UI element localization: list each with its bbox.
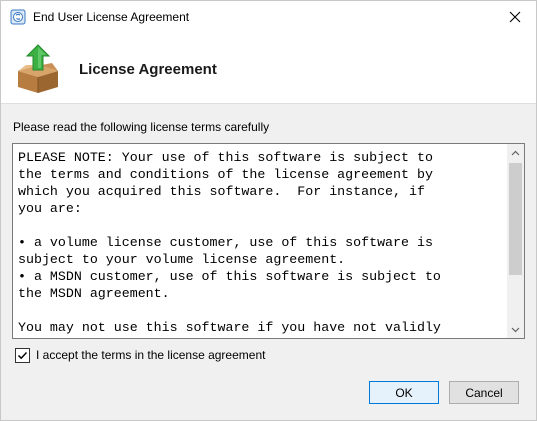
close-icon [509, 11, 521, 23]
license-line: which you acquired this software. For in… [18, 184, 425, 199]
license-dialog: End User License Agreement License Agree… [0, 0, 537, 421]
license-line: • a volume license customer, use of this… [18, 235, 433, 250]
license-line: the MSDN agreement. [18, 286, 170, 301]
scroll-up-button[interactable] [507, 144, 524, 161]
license-line: • a MSDN customer, use of this software … [18, 269, 441, 284]
instruction-text: Please read the following license terms … [13, 120, 270, 134]
checkmark-icon [17, 351, 28, 360]
accept-terms-checkbox[interactable] [15, 348, 30, 363]
accept-terms-label[interactable]: I accept the terms in the license agreem… [36, 348, 265, 362]
chevron-up-icon [511, 150, 520, 155]
chevron-down-icon [511, 327, 520, 332]
package-box-green-arrow-icon [18, 44, 58, 93]
vertical-scrollbar[interactable] [507, 144, 524, 338]
scroll-thumb[interactable] [509, 163, 522, 275]
license-text: PLEASE NOTE: Your use of this software i… [18, 149, 500, 336]
window-title: End User License Agreement [33, 10, 190, 24]
header-title: License Agreement [79, 61, 217, 78]
scroll-down-button[interactable] [507, 321, 524, 338]
ok-button[interactable]: OK [369, 381, 439, 404]
installer-app-icon [10, 9, 26, 25]
license-line: you are: [18, 201, 82, 216]
license-line: You may not use this software if you hav… [18, 320, 441, 335]
close-button[interactable] [494, 1, 536, 33]
dialog-header: License Agreement [1, 33, 536, 104]
license-line: PLEASE NOTE: Your use of this software i… [18, 150, 433, 165]
license-line: subject to your volume license agreement… [18, 252, 346, 267]
cancel-button[interactable]: Cancel [449, 381, 519, 404]
license-text-area[interactable]: PLEASE NOTE: Your use of this software i… [12, 143, 525, 339]
title-bar: End User License Agreement [1, 1, 536, 33]
license-line: the terms and conditions of the license … [18, 167, 433, 182]
